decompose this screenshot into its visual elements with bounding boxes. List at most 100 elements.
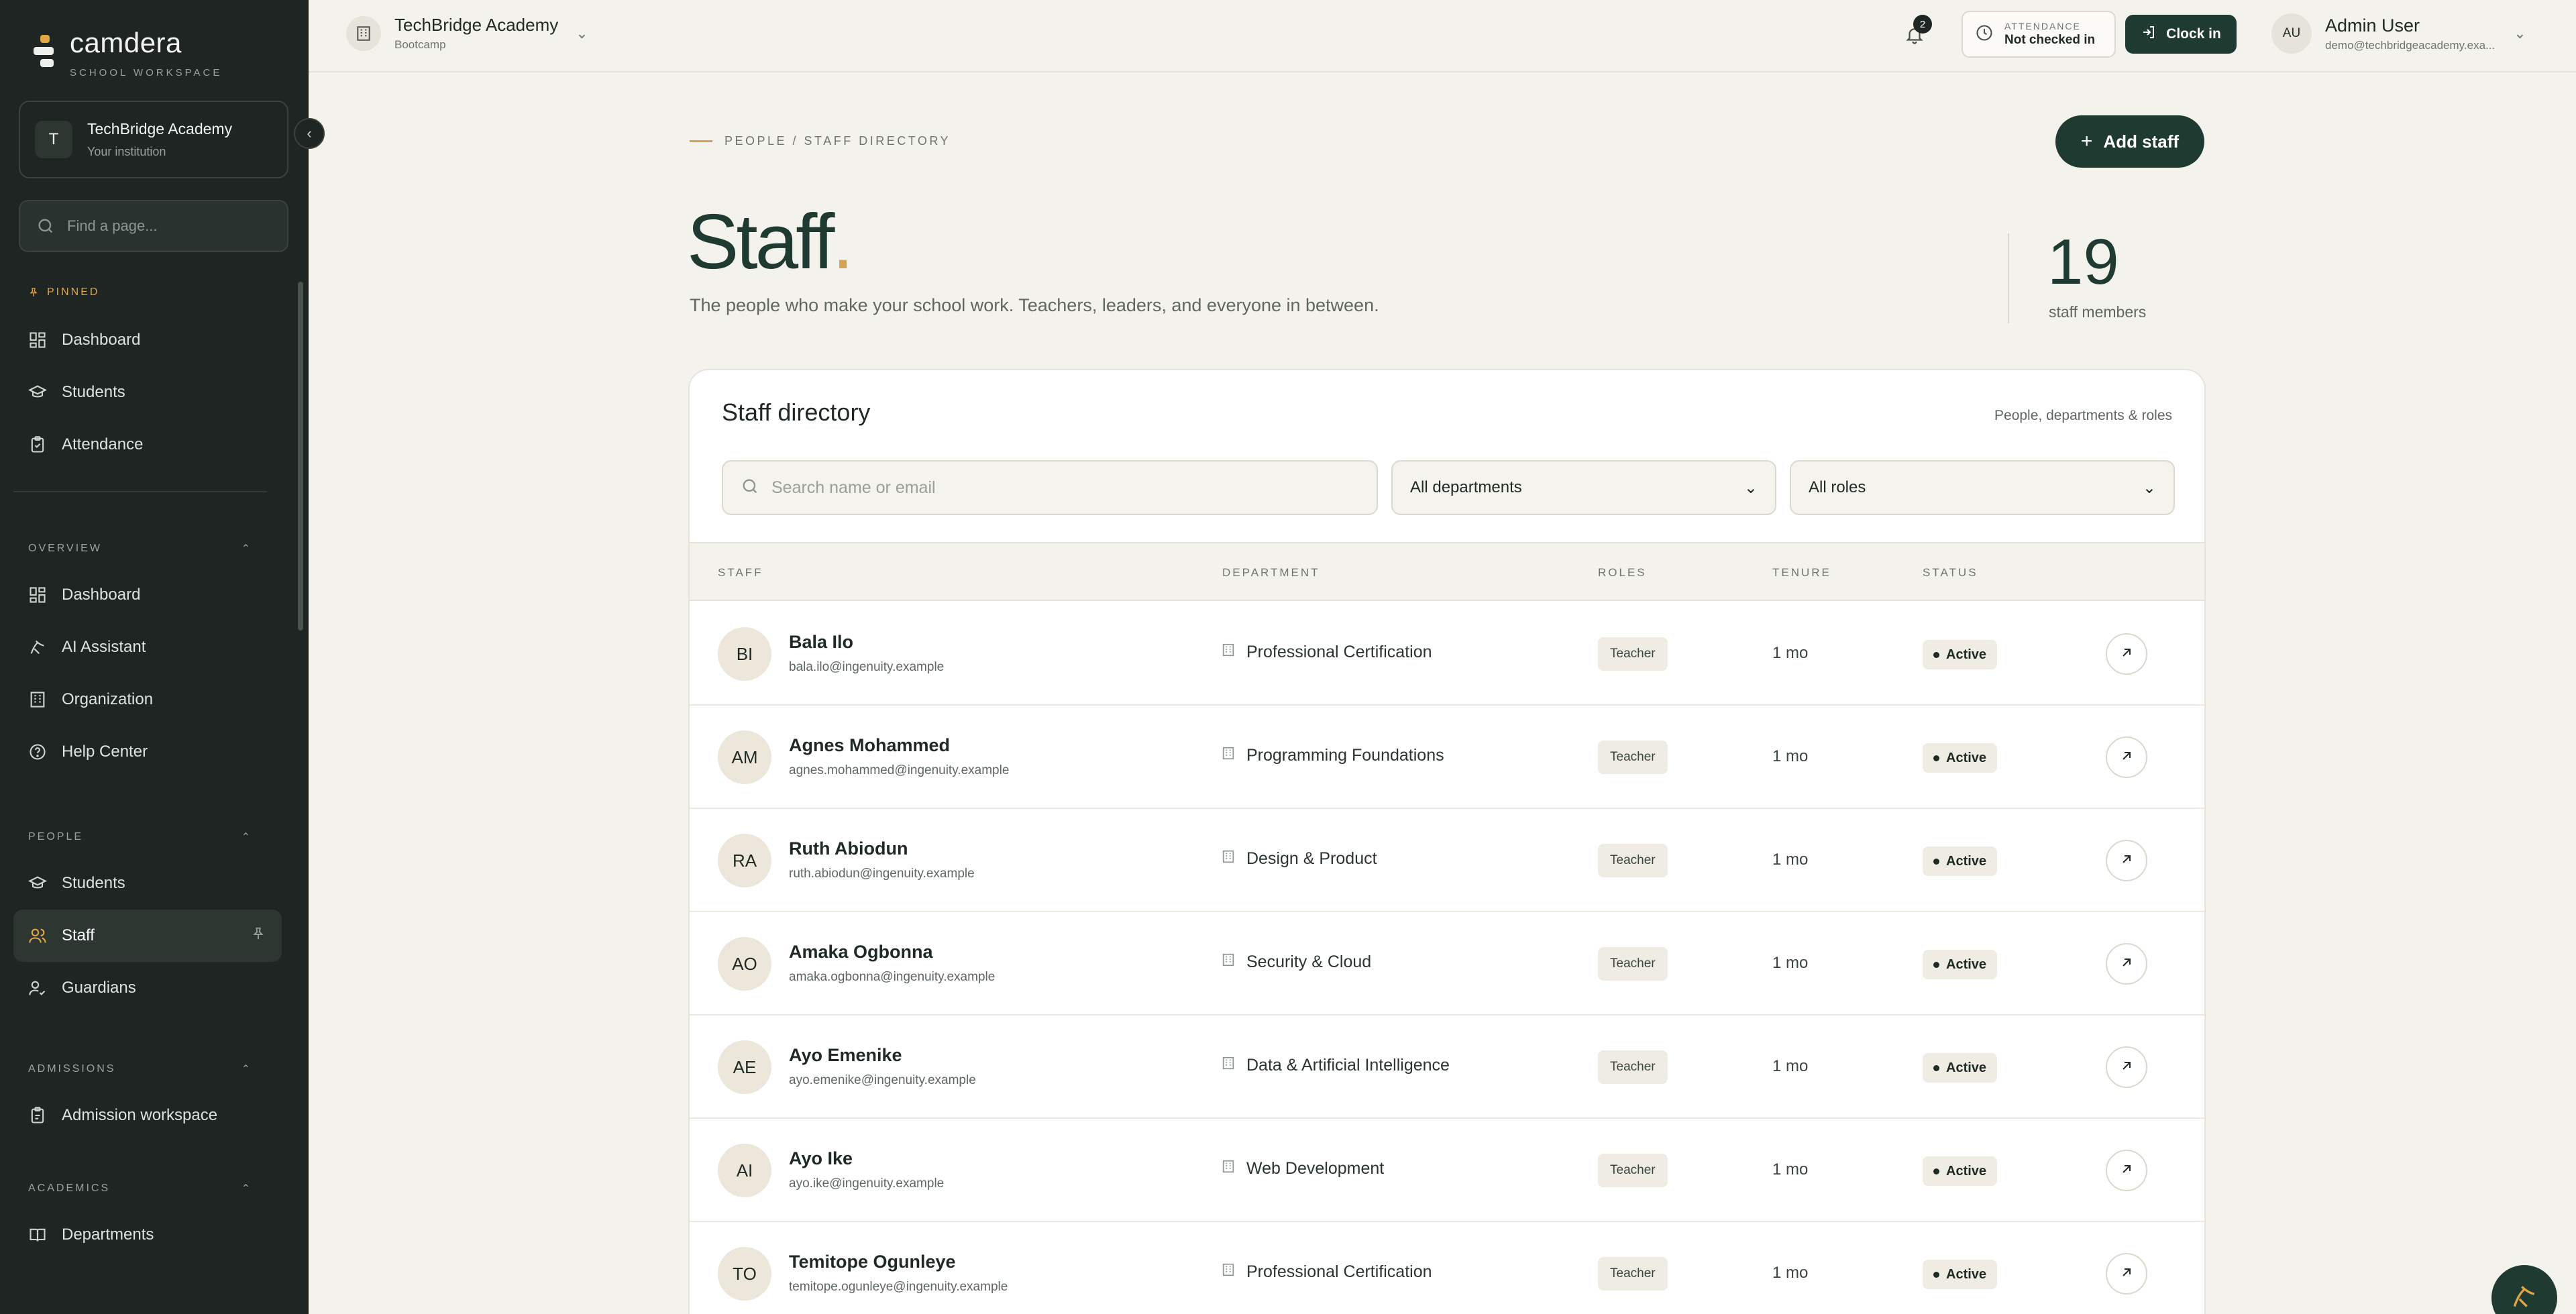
staff-name[interactable]: Agnes Mohammed <box>789 735 950 756</box>
sidebar-item-staff[interactable]: Staff <box>13 910 282 962</box>
table-row[interactable]: BI Bala Ilo bala.ilo@ingenuity.example Prof… <box>690 602 2204 706</box>
sparkle-icon <box>28 638 47 657</box>
status-badge: Active <box>1923 743 1998 773</box>
staff-search-input[interactable]: Search name or email <box>722 460 1378 515</box>
sidebar-item-dashboard[interactable]: Dashboard <box>13 569 282 621</box>
page-search-input[interactable]: Find a page... <box>19 200 288 252</box>
open-staff-button[interactable] <box>2106 840 2147 881</box>
institution-switcher[interactable]: T TechBridge Academy Your institution <box>19 101 288 178</box>
sidebar-item-organization[interactable]: Organization <box>13 673 282 726</box>
status-dot-icon <box>1933 755 1939 761</box>
sidebar-scrollbar[interactable] <box>298 282 303 631</box>
arrow-up-right-icon <box>2118 645 2135 664</box>
table-row[interactable]: AO Amaka Ogbonna amaka.ogbonna@ingenuity.e… <box>690 912 2204 1016</box>
column-header-status[interactable]: STATUS <box>1923 566 1978 580</box>
overview-section: OVERVIEW ⌃ Dashboard AI Assistant Organi… <box>0 535 295 778</box>
staff-email: bala.ilo@ingenuity.example <box>789 660 945 674</box>
table-row[interactable]: AE Ayo Emenike ayo.emenike@ingenuity.examp… <box>690 1016 2204 1119</box>
role-filter-value: All roles <box>1809 478 1866 496</box>
staff-email: temitope.ogunleye@ingenuity.example <box>789 1280 1008 1294</box>
arrow-up-right-icon <box>2118 954 2135 974</box>
sidebar-item-guardians[interactable]: Guardians <box>13 962 282 1014</box>
table-row[interactable]: RA Ruth Abiodun ruth.abiodun@ingenuity.exa… <box>690 809 2204 912</box>
column-header-department[interactable]: DEPARTMENT <box>1222 566 1320 580</box>
avatar: RA <box>718 834 771 887</box>
staff-tenure: 1 mo <box>1772 1160 1809 1179</box>
pin-icon[interactable] <box>251 926 266 946</box>
people-header[interactable]: PEOPLE ⌃ <box>0 824 295 851</box>
column-header-staff[interactable]: STAFF <box>718 566 763 580</box>
institution-selector[interactable]: TechBridge Academy Bootcamp ⌄ <box>346 15 588 52</box>
department-label: Security & Cloud <box>1246 952 1372 971</box>
table-row[interactable]: TO Temitope Ogunleye temitope.ogunleye@ing… <box>690 1222 2204 1314</box>
avatar: AI <box>718 1144 771 1197</box>
user-menu[interactable]: AU Admin User demo@techbridgeacademy.exa… <box>2271 13 2526 54</box>
search-icon <box>36 217 55 235</box>
count-divider <box>2008 233 2009 323</box>
overview-header[interactable]: OVERVIEW ⌃ <box>0 535 295 562</box>
role-badge: Teacher <box>1598 741 1668 774</box>
column-header-roles[interactable]: ROLES <box>1598 566 1647 580</box>
sidebar-item-label: Help Center <box>62 743 148 761</box>
sidebar-item-pinned-attendance[interactable]: Attendance <box>13 419 282 471</box>
institution-type: Bootcamp <box>394 38 446 51</box>
attendance-status[interactable]: ATTENDANCE Not checked in <box>1962 11 2116 58</box>
sidebar-item-help-center[interactable]: Help Center <box>13 726 282 778</box>
brand-logo[interactable]: camdera SCHOOL WORKSPACE <box>34 27 222 78</box>
status-dot-icon <box>1933 961 1939 968</box>
academics-header[interactable]: ACADEMICS ⌃ <box>0 1175 295 1202</box>
open-staff-button[interactable] <box>2106 1150 2147 1191</box>
status-badge: Active <box>1923 640 1998 669</box>
avatar: AE <box>718 1040 771 1094</box>
sidebar-item-students[interactable]: Students <box>13 857 282 910</box>
staff-email: amaka.ogbonna@ingenuity.example <box>789 970 996 984</box>
open-staff-button[interactable] <box>2106 1253 2147 1295</box>
table-row[interactable]: AI Ayo Ike ayo.ike@ingenuity.example Web De… <box>690 1119 2204 1222</box>
staff-name[interactable]: Ayo Emenike <box>789 1045 902 1066</box>
column-header-tenure[interactable]: TENURE <box>1772 566 1831 580</box>
section-label: PEOPLE <box>28 831 84 842</box>
table-row[interactable]: AM Agnes Mohammed agnes.mohammed@ingenuity… <box>690 706 2204 809</box>
sidebar-item-pinned-dashboard[interactable]: Dashboard <box>13 314 282 366</box>
arrow-up-right-icon <box>2118 1161 2135 1181</box>
sidebar-item-ai-assistant[interactable]: AI Assistant <box>13 621 282 673</box>
add-staff-label: Add staff <box>2103 131 2180 152</box>
avatar: AM <box>718 730 771 784</box>
sidebar-item-departments[interactable]: Departments <box>13 1209 282 1261</box>
add-staff-button[interactable]: + Add staff <box>2055 115 2204 168</box>
assistant-fab-button[interactable] <box>2491 1265 2557 1314</box>
academics-section: ACADEMICS ⌃ Departments <box>0 1175 295 1261</box>
pinned-header: PINNED <box>0 279 295 306</box>
sidebar-item-label: Dashboard <box>62 586 141 604</box>
avatar: AU <box>2271 13 2312 54</box>
open-staff-button[interactable] <box>2106 943 2147 985</box>
admissions-header[interactable]: ADMISSIONS ⌃ <box>0 1056 295 1083</box>
user-check-icon <box>28 979 47 997</box>
role-filter[interactable]: All roles ⌄ <box>1790 460 2175 515</box>
role-badge: Teacher <box>1598 1050 1668 1084</box>
page-title: Staff. <box>687 195 854 288</box>
staff-name[interactable]: Temitope Ogunleye <box>789 1252 956 1272</box>
pinned-label: PINNED <box>47 286 100 298</box>
staff-department: Security & Cloud <box>1221 952 1371 972</box>
department-filter[interactable]: All departments ⌄ <box>1391 460 1776 515</box>
sidebar-item-pinned-students[interactable]: Students <box>13 366 282 419</box>
collapse-sidebar-button[interactable]: ‹ <box>294 118 325 149</box>
clock-in-button[interactable]: Clock in <box>2125 15 2237 54</box>
open-staff-button[interactable] <box>2106 633 2147 675</box>
staff-department: Data & Artificial Intelligence <box>1221 1056 1450 1075</box>
role-badge: Teacher <box>1598 947 1668 981</box>
staff-name[interactable]: Ruth Abiodun <box>789 838 908 859</box>
open-staff-button[interactable] <box>2106 736 2147 778</box>
status-label: Active <box>1946 1266 1987 1282</box>
building-icon <box>1221 1262 1236 1282</box>
book-icon <box>28 1225 47 1244</box>
staff-name[interactable]: Ayo Ike <box>789 1148 853 1169</box>
sidebar-item-label: AI Assistant <box>62 638 146 656</box>
sidebar-item-admission-workspace[interactable]: Admission workspace <box>13 1089 282 1142</box>
role-badge: Teacher <box>1598 1154 1668 1187</box>
staff-name[interactable]: Bala Ilo <box>789 632 853 653</box>
open-staff-button[interactable] <box>2106 1046 2147 1088</box>
staff-name[interactable]: Amaka Ogbonna <box>789 942 933 963</box>
sidebar-item-label: Dashboard <box>62 331 141 349</box>
